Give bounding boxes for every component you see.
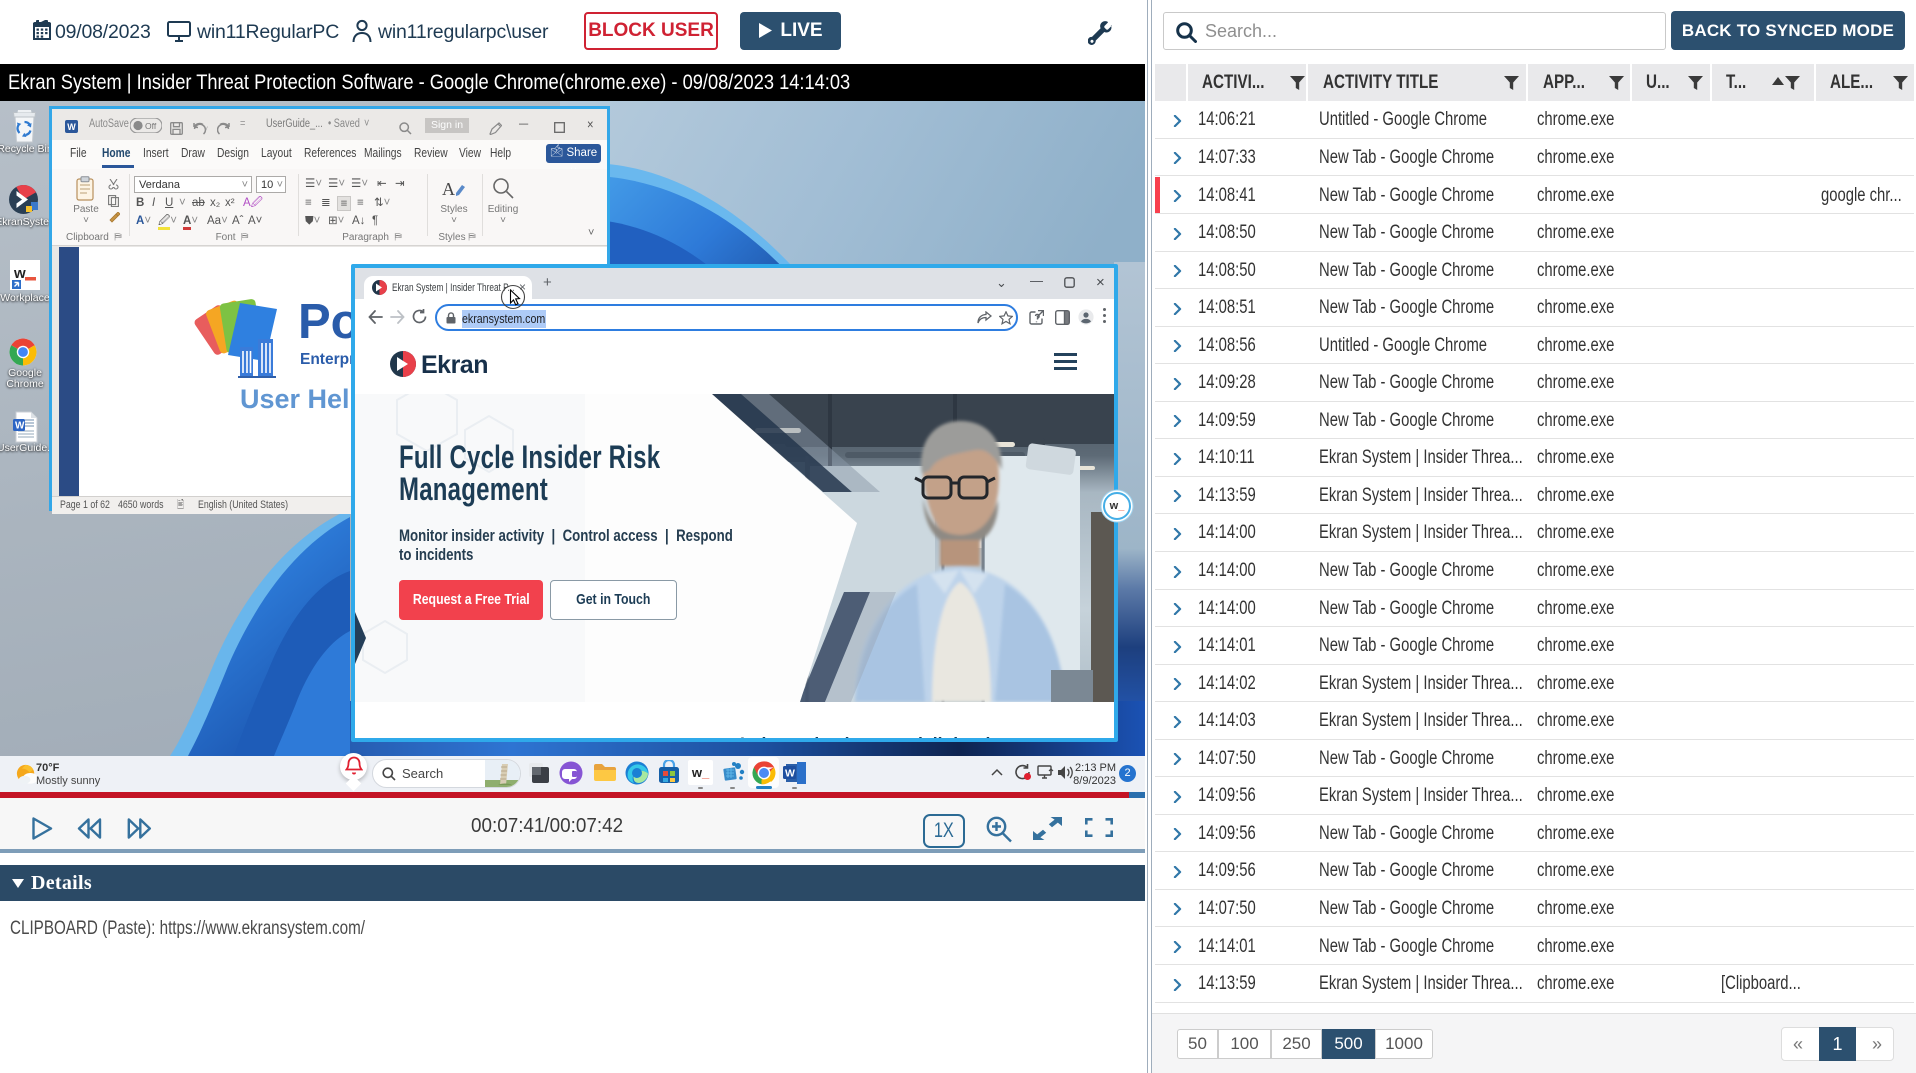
svg-text:w: w [13, 265, 26, 282]
svg-text:W: W [67, 122, 76, 132]
svg-text:W: W [785, 767, 795, 779]
svg-text:Off: Off [145, 121, 157, 131]
svg-text:A: A [442, 179, 455, 199]
svg-text:W: W [15, 421, 25, 432]
svg-text:Ekran: Ekran [421, 351, 488, 379]
svg-text:˅: ˅ [204, 126, 208, 133]
